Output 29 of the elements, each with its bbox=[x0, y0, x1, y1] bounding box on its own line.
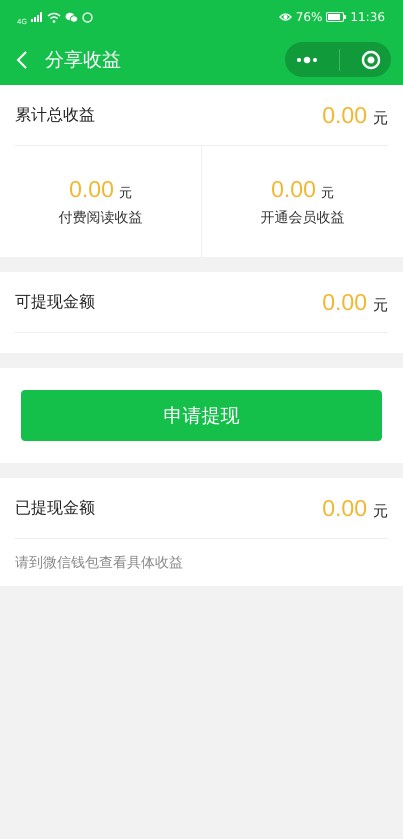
note-text: 请到微信钱包查看具体收益 bbox=[15, 554, 183, 572]
amount: 0.00 bbox=[69, 176, 114, 202]
eye-icon bbox=[278, 12, 292, 22]
currency-unit: 元 bbox=[118, 186, 132, 201]
chat-icon bbox=[64, 12, 78, 22]
row-label: 可提现金额 bbox=[15, 292, 95, 312]
close-icon[interactable] bbox=[360, 50, 381, 70]
battery-icon bbox=[326, 12, 346, 22]
currency-unit: 元 bbox=[373, 502, 388, 520]
circle-icon bbox=[82, 12, 93, 22]
currency-unit: 元 bbox=[320, 186, 334, 201]
amount: 0.00 bbox=[322, 102, 367, 128]
signal-icon bbox=[30, 12, 43, 22]
row-label: 累计总收益 bbox=[15, 104, 95, 126]
row-label: 已提现金额 bbox=[15, 498, 95, 518]
amount: 0.00 bbox=[322, 288, 367, 316]
page-title: 分享收益 bbox=[45, 48, 122, 72]
income-label: 付费阅读收益 bbox=[58, 209, 142, 227]
battery-percent: 76% bbox=[296, 10, 322, 24]
amount: 0.00 bbox=[322, 494, 367, 522]
income-label: 开通会员收益 bbox=[260, 209, 344, 227]
withdraw-button[interactable]: 申请提现 bbox=[21, 390, 382, 441]
back-icon[interactable] bbox=[16, 50, 28, 68]
wifi-icon bbox=[46, 12, 61, 22]
currency-unit: 元 bbox=[373, 296, 388, 314]
currency-unit: 元 bbox=[373, 108, 388, 128]
clock: 11:36 bbox=[350, 10, 385, 24]
more-icon[interactable] bbox=[295, 56, 320, 64]
amount: 0.00 bbox=[271, 176, 316, 202]
